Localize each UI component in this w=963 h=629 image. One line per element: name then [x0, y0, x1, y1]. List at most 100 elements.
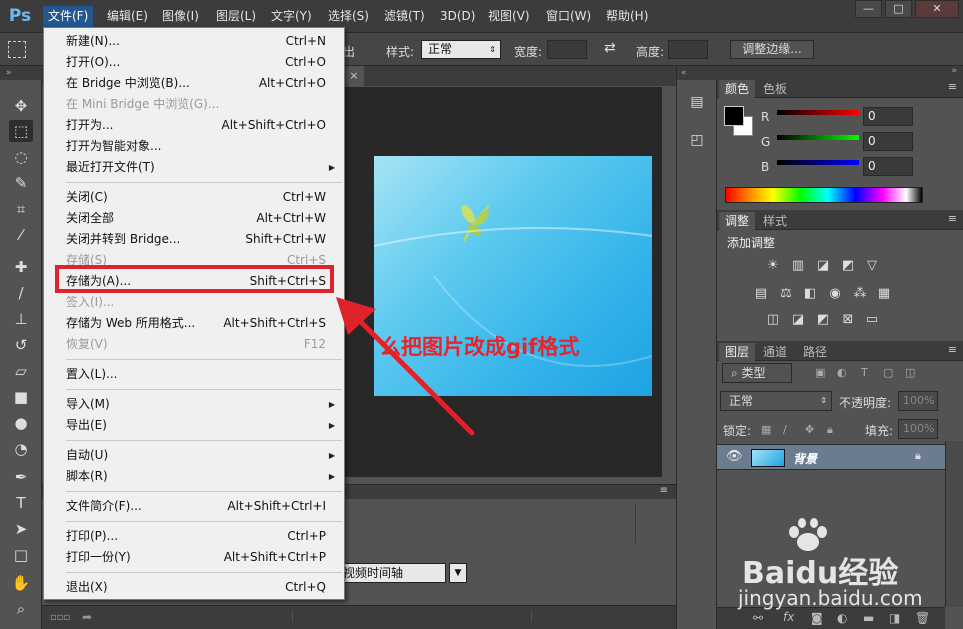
menu-type[interactable]: 文字(Y)	[266, 6, 317, 27]
tab-color[interactable]: 颜色	[719, 80, 756, 98]
menu-help[interactable]: 帮助(H)	[601, 6, 653, 27]
lasso-tool-icon[interactable]: ◌	[9, 146, 33, 168]
file-menu-item-13[interactable]: 存储为 Web 所用格式... Alt+Shift+Ctrl+S	[45, 313, 343, 334]
filter-pixel-icon[interactable]: ▣	[815, 366, 825, 379]
blue-channel-input[interactable]: 0	[863, 157, 913, 176]
exposure-icon[interactable]: ◩	[839, 257, 857, 275]
lock-all-icon[interactable]: 🔒︎	[827, 423, 833, 437]
black-white-icon[interactable]: ◧	[801, 285, 819, 303]
filmstrip-icon[interactable]: ▫▫▫	[50, 612, 70, 623]
blend-mode-select[interactable]: 正常 ⇕	[720, 391, 832, 411]
height-input[interactable]	[668, 40, 708, 59]
color-spectrum[interactable]	[725, 187, 923, 203]
blue-channel-slider[interactable]	[777, 160, 859, 165]
invert-icon[interactable]: ◫	[764, 311, 782, 329]
file-menu-item-7[interactable]: 关闭(C) Ctrl+W	[45, 187, 343, 208]
posterize-icon[interactable]: ◪	[789, 311, 807, 329]
tab-channels[interactable]: 通道	[757, 343, 793, 361]
file-menu-item-6[interactable]: 最近打开文件(T) ▶	[45, 157, 343, 178]
panel-menu-icon[interactable]: ≡	[948, 343, 957, 356]
lock-transparency-icon[interactable]: ▦	[761, 423, 771, 436]
dodge-tool-icon[interactable]: ◔	[9, 438, 33, 460]
menu-window[interactable]: 窗口(W)	[541, 6, 596, 27]
filter-shape-icon[interactable]: ▢	[883, 366, 893, 379]
lock-pixels-icon[interactable]: ∕	[783, 423, 787, 436]
move-tool-icon[interactable]: ✥	[9, 95, 33, 117]
quick-select-tool-icon[interactable]: ✎	[9, 172, 33, 194]
minimize-button[interactable]: —	[855, 0, 882, 18]
eyedropper-tool-icon[interactable]: ⁄	[9, 224, 33, 246]
visibility-eye-icon[interactable]: 👁︎	[726, 449, 743, 464]
tab-styles[interactable]: 样式	[757, 212, 793, 230]
clone-stamp-tool-icon[interactable]: ⊥	[9, 308, 33, 330]
red-channel-slider[interactable]	[777, 110, 859, 115]
layers-scrollbar[interactable]	[945, 441, 963, 607]
file-menu-item-21[interactable]: 打印(P)... Ctrl+P	[45, 526, 343, 547]
path-select-tool-icon[interactable]: ➤	[9, 518, 33, 540]
opacity-input[interactable]: 100%	[898, 391, 938, 411]
threshold-icon[interactable]: ◩	[814, 311, 832, 329]
file-menu-item-16[interactable]: 导入(M) ▶	[45, 394, 343, 415]
menu-view[interactable]: 视图(V)	[483, 6, 535, 27]
color-lookup-icon[interactable]: ▦	[875, 285, 893, 303]
file-menu-item-17[interactable]: 导出(E) ▶	[45, 415, 343, 436]
create-video-timeline-button[interactable]: 视频时间轴	[338, 563, 446, 583]
menu-layer[interactable]: 图层(L)	[211, 6, 261, 27]
brightness-icon[interactable]: ☀	[764, 257, 782, 275]
close-button[interactable]: ✕	[915, 0, 959, 18]
menu-filter[interactable]: 滤镜(T)	[379, 6, 430, 27]
gradient-tool-icon[interactable]: ■	[9, 386, 33, 408]
file-menu-item-18[interactable]: 自动(U) ▶	[45, 445, 343, 466]
selective-color-icon[interactable]: ⊠	[839, 311, 857, 329]
layer-kind-filter[interactable]: ⌕ 类型	[722, 363, 792, 383]
menu-file[interactable]: 文件(F)	[43, 6, 94, 27]
file-menu-item-5[interactable]: 打开为智能对象...	[45, 136, 343, 157]
history-brush-tool-icon[interactable]: ↺	[9, 334, 33, 356]
panel-menu-icon[interactable]: ≡	[948, 212, 957, 225]
tab-layers[interactable]: 图层	[719, 343, 756, 361]
tab-paths[interactable]: 路径	[797, 343, 833, 361]
render-arrow-icon[interactable]: ➦	[82, 610, 92, 624]
filter-adjustment-icon[interactable]: ◐	[837, 366, 847, 379]
width-input[interactable]	[547, 40, 587, 59]
file-menu-item-0[interactable]: 新建(N)... Ctrl+N	[45, 31, 343, 52]
zoom-tool-icon[interactable]: ⌕	[9, 598, 33, 620]
brush-tool-icon[interactable]: ∕	[9, 282, 33, 304]
filter-type-icon[interactable]: T	[861, 366, 868, 379]
zoom-slider[interactable]	[292, 612, 532, 622]
gradient-map-icon[interactable]: ▭	[863, 311, 881, 329]
menu-image[interactable]: 图像(I)	[157, 6, 204, 27]
panels-collapse-icon[interactable]: »	[951, 66, 957, 76]
levels-icon[interactable]: ▥	[789, 257, 807, 275]
vibrance-icon[interactable]: ▽	[863, 257, 881, 275]
chevron-down-icon[interactable]: ▼	[449, 563, 467, 583]
tools-collapse-icon[interactable]: »	[0, 66, 42, 80]
history-panel-icon[interactable]: ▤	[686, 91, 708, 113]
eraser-tool-icon[interactable]: ▱	[9, 360, 33, 382]
menu-select[interactable]: 选择(S)	[323, 6, 374, 27]
file-menu-item-9[interactable]: 关闭并转到 Bridge... Shift+Ctrl+W	[45, 229, 343, 250]
marquee-tool-icon[interactable]: ⬚	[9, 120, 33, 142]
foreground-color-swatch[interactable]	[724, 106, 744, 126]
type-tool-icon[interactable]: T	[9, 492, 33, 514]
fill-input[interactable]: 100%	[898, 419, 938, 439]
healing-brush-tool-icon[interactable]: ✚	[9, 256, 33, 278]
refine-edge-button[interactable]: 调整边缘...	[730, 40, 814, 59]
file-menu-item-20[interactable]: 文件简介(F)... Alt+Shift+Ctrl+I	[45, 496, 343, 517]
file-menu-item-23[interactable]: 退出(X) Ctrl+Q	[45, 577, 343, 598]
filter-smart-object-icon[interactable]: ◫	[905, 366, 915, 379]
file-menu-item-19[interactable]: 脚本(R) ▶	[45, 466, 343, 487]
file-menu-item-8[interactable]: 关闭全部 Alt+Ctrl+W	[45, 208, 343, 229]
channel-mixer-icon[interactable]: ⁂	[851, 285, 869, 303]
photo-filter-icon[interactable]: ◉	[826, 285, 844, 303]
file-menu-item-15[interactable]: 置入(L)...	[45, 364, 343, 385]
tab-adjustments[interactable]: 调整	[719, 212, 756, 230]
panel-menu-icon[interactable]: ≡	[660, 485, 668, 496]
color-balance-icon[interactable]: ⚖	[777, 285, 795, 303]
marquee-tool-icon[interactable]	[8, 41, 26, 58]
lock-position-icon[interactable]: ✥	[805, 423, 814, 436]
layer-row-background[interactable]: 👁︎ 背景 🔒︎	[717, 444, 945, 470]
hue-saturation-icon[interactable]: ▤	[752, 285, 770, 303]
maximize-button[interactable]: □	[885, 0, 912, 18]
panel-menu-icon[interactable]: ≡	[948, 80, 957, 93]
